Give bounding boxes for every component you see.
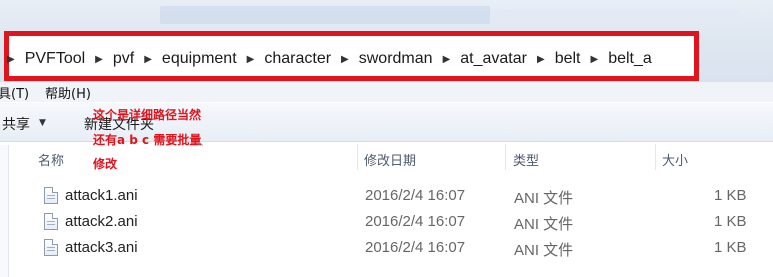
column-header-name[interactable]: 名称	[38, 150, 64, 169]
menu-tools[interactable]: 具(T)	[0, 83, 29, 102]
breadcrumb-item[interactable]: belt_a	[608, 50, 652, 68]
file-modified: 2016/2/4 16:07	[365, 213, 466, 230]
file-icon	[44, 239, 58, 256]
file-name[interactable]: attack2.ani	[65, 213, 138, 230]
table-row[interactable]: attack2.ani 2016/2/4 16:07 ANI 文件 1 KB	[0, 210, 773, 234]
file-icon	[44, 213, 58, 230]
file-name[interactable]: attack1.ani	[65, 187, 138, 204]
file-type: ANI 文件	[514, 242, 574, 259]
annotation-line: 修改	[93, 157, 118, 171]
file-icon	[44, 187, 58, 204]
menu-bar	[0, 82, 773, 102]
table-row[interactable]: attack1.ani 2016/2/4 16:07 ANI 文件 1 KB	[0, 184, 773, 208]
chevron-down-icon[interactable]: ▼	[39, 118, 46, 128]
chevron-right-icon[interactable]: ▶	[341, 54, 349, 65]
file-type: ANI 文件	[514, 190, 574, 207]
breadcrumb-item[interactable]: pvf	[113, 50, 134, 68]
breadcrumb-item[interactable]: belt	[555, 50, 581, 68]
annotation-line: 这个是详细路径当然	[93, 108, 202, 122]
column-divider[interactable]	[357, 144, 358, 170]
menu-help[interactable]: 帮助(H)	[45, 83, 91, 102]
column-divider[interactable]	[655, 144, 656, 170]
address-bar[interactable]: ▶ PVFTool ▶ pvf ▶ equipment ▶ character …	[4, 31, 699, 81]
breadcrumb-item[interactable]: PVFTool	[25, 50, 85, 68]
file-size: 1 KB	[714, 187, 747, 204]
file-modified: 2016/2/4 16:07	[365, 239, 466, 256]
breadcrumb: ▶ PVFTool ▶ pvf ▶ equipment ▶ character …	[7, 44, 658, 74]
chevron-right-icon[interactable]: ▶	[144, 54, 152, 65]
chevron-right-icon[interactable]: ▶	[95, 54, 103, 65]
column-header-size[interactable]: 大小	[662, 150, 688, 169]
chevron-right-icon[interactable]: ▶	[537, 54, 545, 65]
share-button[interactable]: 共享	[2, 114, 30, 134]
file-size: 1 KB	[714, 213, 747, 230]
column-divider[interactable]	[505, 144, 506, 170]
blurred-background-window	[490, 10, 740, 20]
file-type: ANI 文件	[514, 216, 574, 233]
chevron-right-icon[interactable]: ▶	[443, 54, 451, 65]
table-row[interactable]: attack3.ani 2016/2/4 16:07 ANI 文件 1 KB	[0, 236, 773, 260]
file-size: 1 KB	[714, 239, 747, 256]
breadcrumb-item[interactable]: character	[264, 50, 331, 68]
column-header-type[interactable]: 类型	[513, 150, 539, 169]
blurred-background-window	[160, 6, 490, 24]
breadcrumb-item[interactable]: equipment	[162, 50, 237, 68]
sort-up-icon: ^	[196, 142, 205, 153]
chevron-right-icon[interactable]: ▶	[247, 54, 255, 65]
column-header-modified[interactable]: 修改日期	[364, 150, 416, 169]
annotation-line: 还有a b c 需要批量	[93, 133, 202, 147]
file-name[interactable]: attack3.ani	[65, 239, 138, 256]
chevron-right-icon[interactable]: ▶	[7, 54, 15, 65]
file-modified: 2016/2/4 16:07	[365, 187, 466, 204]
chevron-right-icon[interactable]: ▶	[590, 54, 598, 65]
breadcrumb-item[interactable]: swordman	[359, 50, 433, 68]
breadcrumb-item[interactable]: at_avatar	[460, 50, 527, 68]
